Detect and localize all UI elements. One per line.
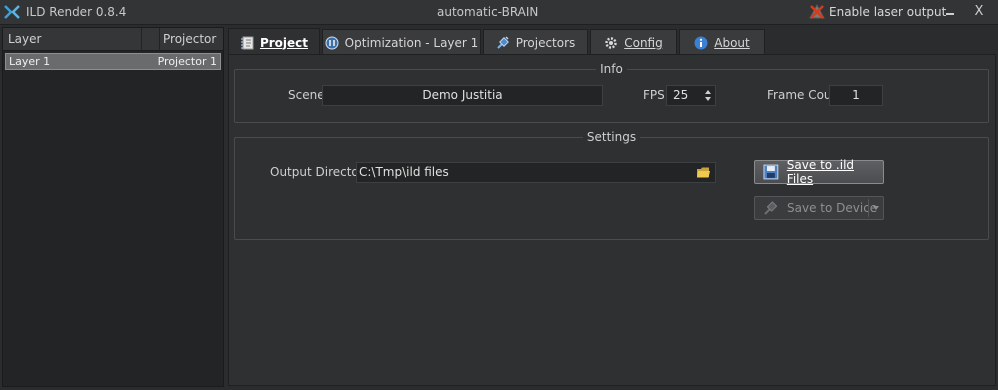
info-group: Info Scene Demo Justitia FPS 25 Frame Co… xyxy=(234,62,989,123)
settings-group-title: Settings xyxy=(582,130,641,144)
fps-spinbox[interactable]: 25 xyxy=(666,85,716,106)
plug-icon xyxy=(496,35,509,49)
laser-disabled-icon xyxy=(809,3,825,19)
notebook-icon xyxy=(240,36,254,49)
enable-laser-output-toggle[interactable]: Enable laser output xyxy=(808,3,946,21)
scene-field[interactable]: Demo Justitia xyxy=(322,85,603,106)
close-icon: X xyxy=(974,4,984,19)
chevron-down-icon[interactable] xyxy=(873,206,879,210)
tab-config-label: Config xyxy=(624,35,663,50)
output-directory-input[interactable]: C:\Tmp\ild files xyxy=(356,162,716,183)
settings-group: Settings Output Directory C:\Tmp\ild fil… xyxy=(234,130,989,240)
layer-projector: Projector 1 xyxy=(157,55,217,68)
app-logo-icon xyxy=(4,5,20,19)
tab-projectors[interactable]: Projectors xyxy=(483,29,588,55)
save-to-ild-files-button[interactable]: Save to .ild Files xyxy=(754,158,884,186)
app-title: ILD Render 0.8.4 xyxy=(26,5,127,19)
tab-project-label: Project xyxy=(259,35,309,50)
window-title: automatic-BRAIN xyxy=(437,5,539,19)
floppy-disk-icon xyxy=(763,164,779,180)
tab-about[interactable]: About xyxy=(679,29,765,55)
column-header-layer[interactable]: Layer xyxy=(8,32,41,46)
tab-config[interactable]: Config xyxy=(590,29,677,55)
tab-projectors-label: Projectors xyxy=(515,35,576,50)
info-group-title: Info xyxy=(596,62,627,76)
layer-list[interactable]: Layer Projector Layer 1 Projector 1 xyxy=(2,27,224,387)
frame-count-field[interactable]: 1 xyxy=(829,85,883,106)
title-bar: ILD Render 0.8.4 automatic-BRAIN Enable … xyxy=(0,0,998,25)
save-to-device-label: Save to Device xyxy=(787,201,878,215)
close-button[interactable]: X xyxy=(967,2,991,22)
project-tab-panel: Info Scene Demo Justitia FPS 25 Frame Co… xyxy=(228,54,996,386)
layer-list-header: Layer Projector xyxy=(3,28,223,51)
folder-icon[interactable] xyxy=(696,166,711,179)
fps-label: FPS xyxy=(643,88,665,102)
column-divider[interactable] xyxy=(141,28,142,51)
info-icon xyxy=(694,36,708,49)
tab-optimization[interactable]: Optimization - Layer 1 xyxy=(322,29,481,55)
output-directory-value: C:\Tmp\ild files xyxy=(359,165,449,179)
layer-name: Layer 1 xyxy=(9,55,51,68)
scene-label: Scene xyxy=(288,88,325,102)
plug-icon xyxy=(764,201,778,215)
gear-icon xyxy=(605,36,617,49)
column-divider[interactable] xyxy=(159,28,160,51)
save-to-device-button[interactable]: Save to Device xyxy=(754,196,884,220)
tab-about-label: About xyxy=(714,35,750,50)
spin-arrows-icon[interactable] xyxy=(704,88,712,103)
column-header-projector[interactable]: Projector xyxy=(163,32,216,46)
layer-row-selected[interactable]: Layer 1 Projector 1 xyxy=(5,53,221,70)
minimize-icon xyxy=(946,13,954,15)
tab-optimization-label: Optimization - Layer 1 xyxy=(344,35,479,50)
wrench-icon xyxy=(325,36,339,49)
minimize-button[interactable] xyxy=(938,2,962,22)
tab-project[interactable]: Project xyxy=(228,28,320,56)
save-to-ild-files-label: Save to .ild Files xyxy=(786,158,855,186)
fps-value: 25 xyxy=(673,88,689,102)
enable-laser-output-label: Enable laser output xyxy=(829,5,947,19)
